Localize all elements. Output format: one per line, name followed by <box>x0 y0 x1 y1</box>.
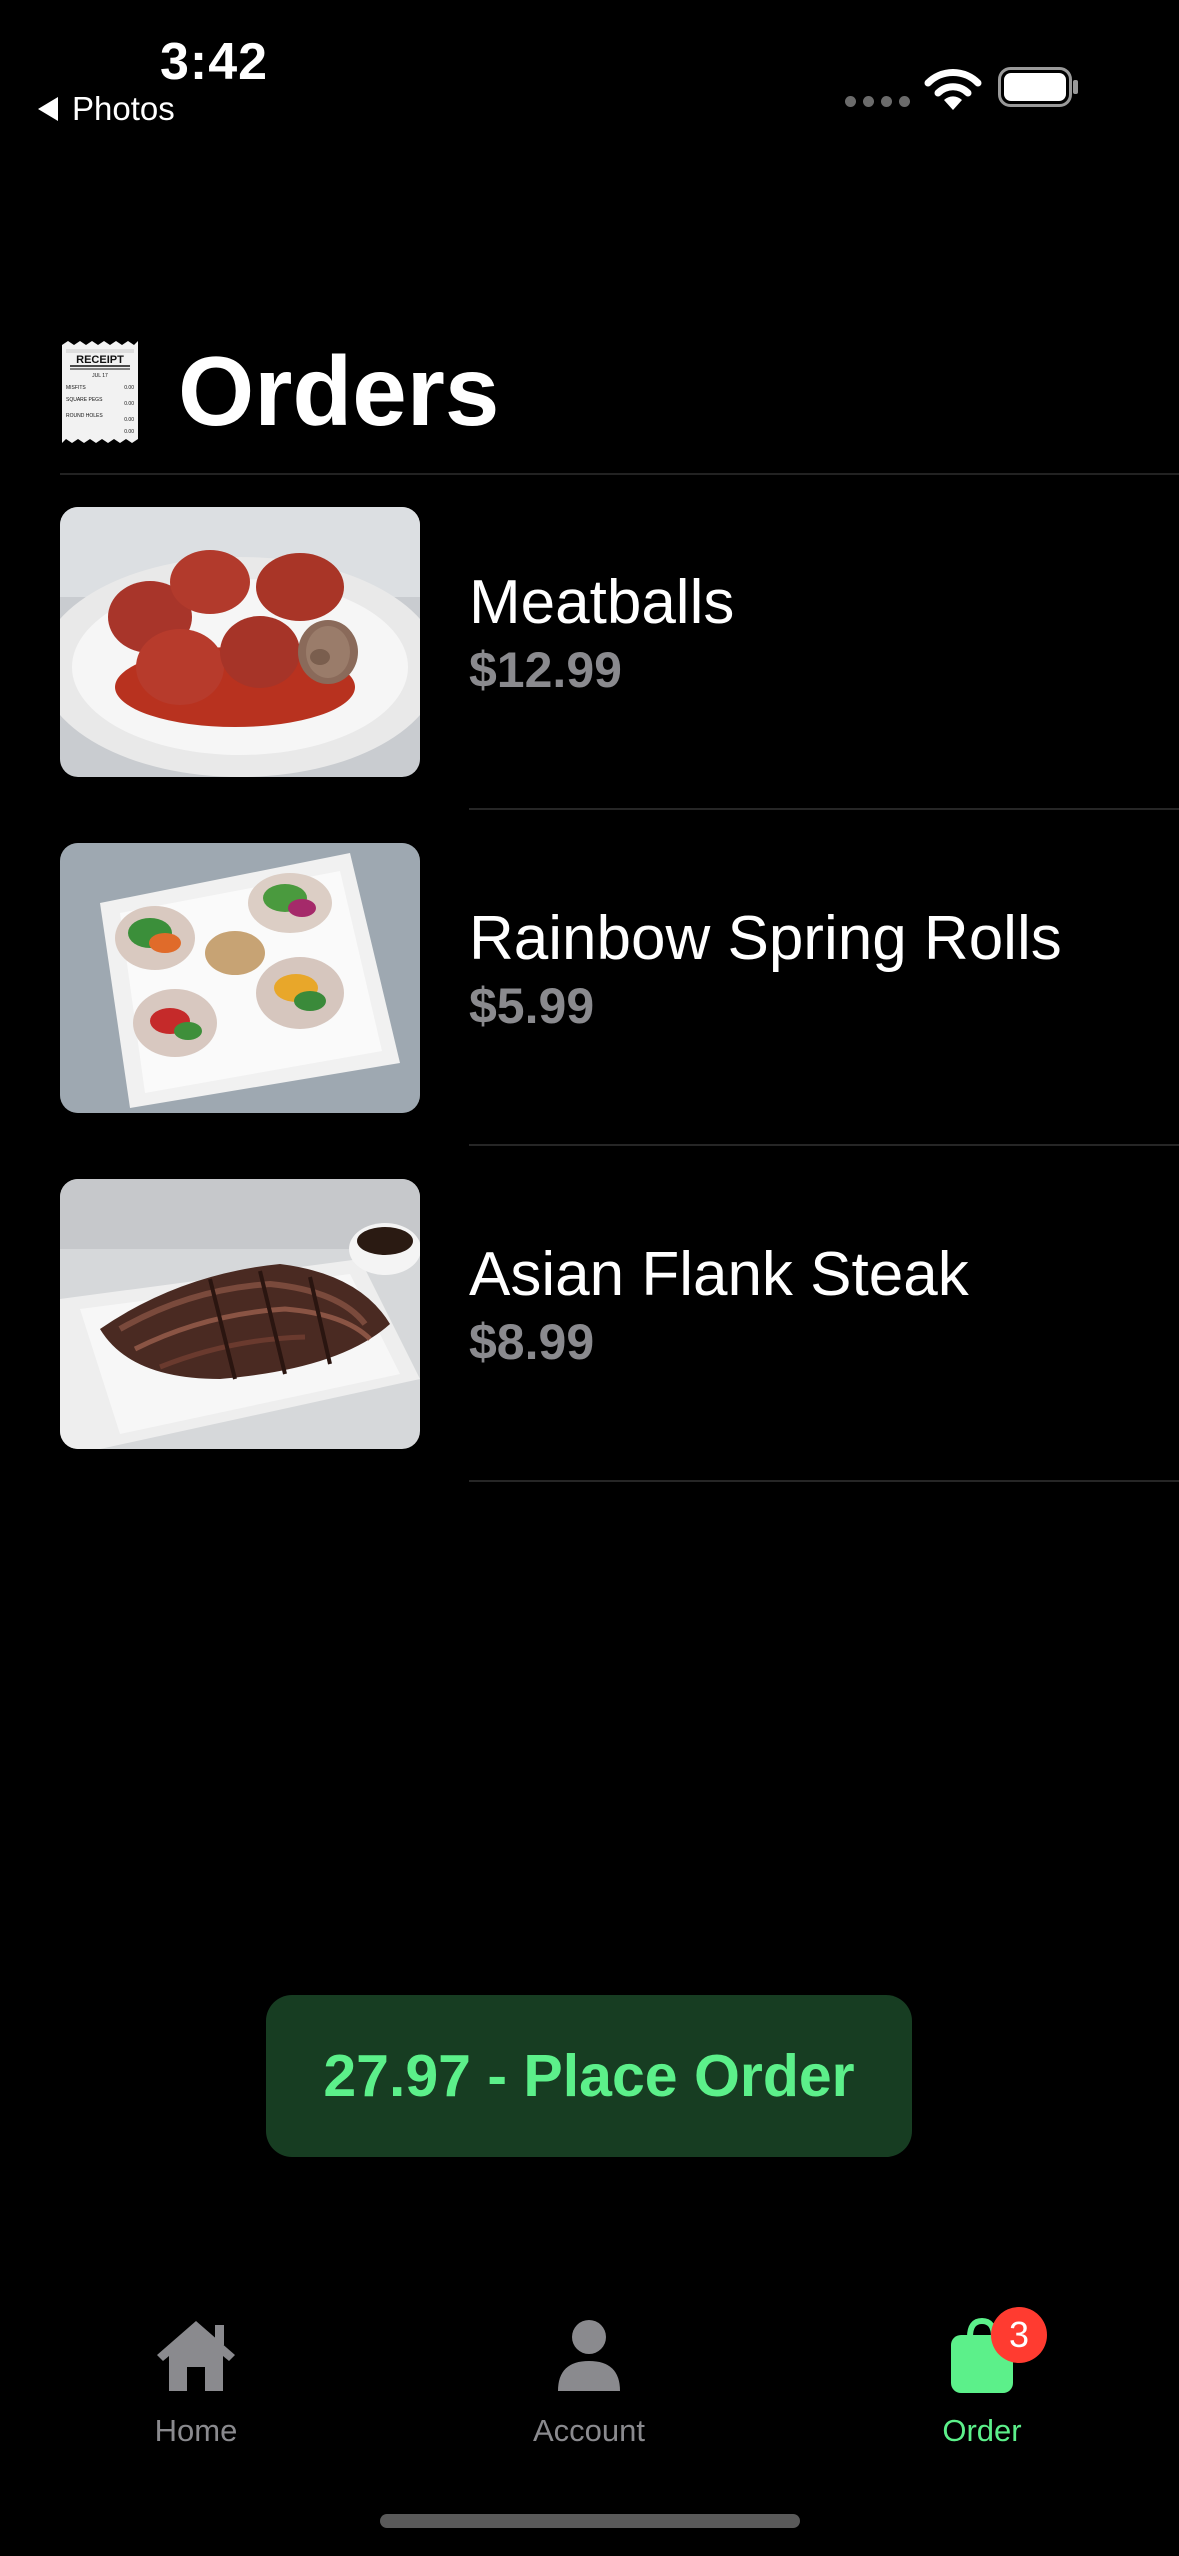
item-price: $8.99 <box>469 1314 595 1370</box>
receipt-amount-1: 0.00 <box>124 385 134 391</box>
item-divider <box>469 808 1179 810</box>
tab-label: Home <box>154 2413 238 2448</box>
wifi-icon <box>924 69 982 110</box>
tab-order[interactable]: 3 Order <box>862 2307 1102 2449</box>
tab-account[interactable]: Account <box>469 2315 709 2449</box>
person-icon <box>544 2315 634 2395</box>
item-price: $12.99 <box>469 642 622 698</box>
back-arrow-icon <box>38 97 58 121</box>
receipt-icon: RECEIPT JUL 17 MISFITS 0.00 SQUARE PEGS … <box>62 340 138 443</box>
order-item-flank-steak[interactable]: Asian Flank Steak $8.99 <box>0 1179 1179 1515</box>
order-item-spring-rolls[interactable]: Rainbow Spring Rolls $5.99 <box>0 843 1179 1179</box>
page-title: Orders <box>178 336 500 446</box>
flank-steak-photo <box>60 1179 420 1449</box>
back-to-photos-link[interactable]: Photos <box>38 90 175 128</box>
home-indicator[interactable] <box>380 2514 800 2528</box>
receipt-date: JUL 17 <box>92 373 108 379</box>
tab-label: Order <box>942 2413 1022 2448</box>
item-divider <box>469 1144 1179 1146</box>
meatballs-photo <box>60 507 420 777</box>
header-divider <box>60 473 1179 475</box>
item-divider <box>469 1480 1179 1482</box>
back-link-label: Photos <box>72 90 175 127</box>
item-price: $5.99 <box>469 978 595 1034</box>
order-list: Meatballs $12.99 Rainbow Spring Rolls $5… <box>0 507 1179 1515</box>
page-header: RECEIPT JUL 17 MISFITS 0.00 SQUARE PEGS … <box>60 335 499 448</box>
place-order-button[interactable]: 27.97 - Place Order <box>266 1995 912 2157</box>
receipt-row-1: MISFITS <box>66 385 86 391</box>
receipt-row-3: ROUND HOLES <box>66 413 103 419</box>
receipt-row-2: SQUARE PEGS <box>66 397 103 403</box>
tab-bar: Home Account 3 Order <box>0 2307 1179 2465</box>
receipt-amount-3: 0.00 <box>124 417 134 423</box>
spring-rolls-photo <box>60 843 420 1113</box>
order-info: Rainbow Spring Rolls $5.99 <box>469 903 1062 1037</box>
item-name: Meatballs <box>469 568 735 637</box>
cellular-signal-icon <box>845 96 910 107</box>
order-info: Asian Flank Steak $8.99 <box>469 1239 969 1373</box>
receipt-amount-4: 0.00 <box>124 429 134 435</box>
item-name: Asian Flank Steak <box>469 1240 969 1309</box>
tab-home[interactable]: Home <box>76 2315 316 2449</box>
bag-icon: 3 <box>937 2307 1047 2395</box>
house-icon <box>151 2315 241 2395</box>
order-info: Meatballs $12.99 <box>469 567 734 701</box>
order-count-badge: 3 <box>991 2307 1047 2363</box>
order-item-meatballs[interactable]: Meatballs $12.99 <box>0 507 1179 843</box>
item-name: Rainbow Spring Rolls <box>469 904 1062 973</box>
status-time: 3:42 <box>160 33 269 91</box>
receipt-amount-2: 0.00 <box>124 401 134 407</box>
tab-label: Account <box>532 2413 645 2448</box>
receipt-heading: RECEIPT <box>76 354 124 366</box>
battery-icon <box>998 67 1078 107</box>
